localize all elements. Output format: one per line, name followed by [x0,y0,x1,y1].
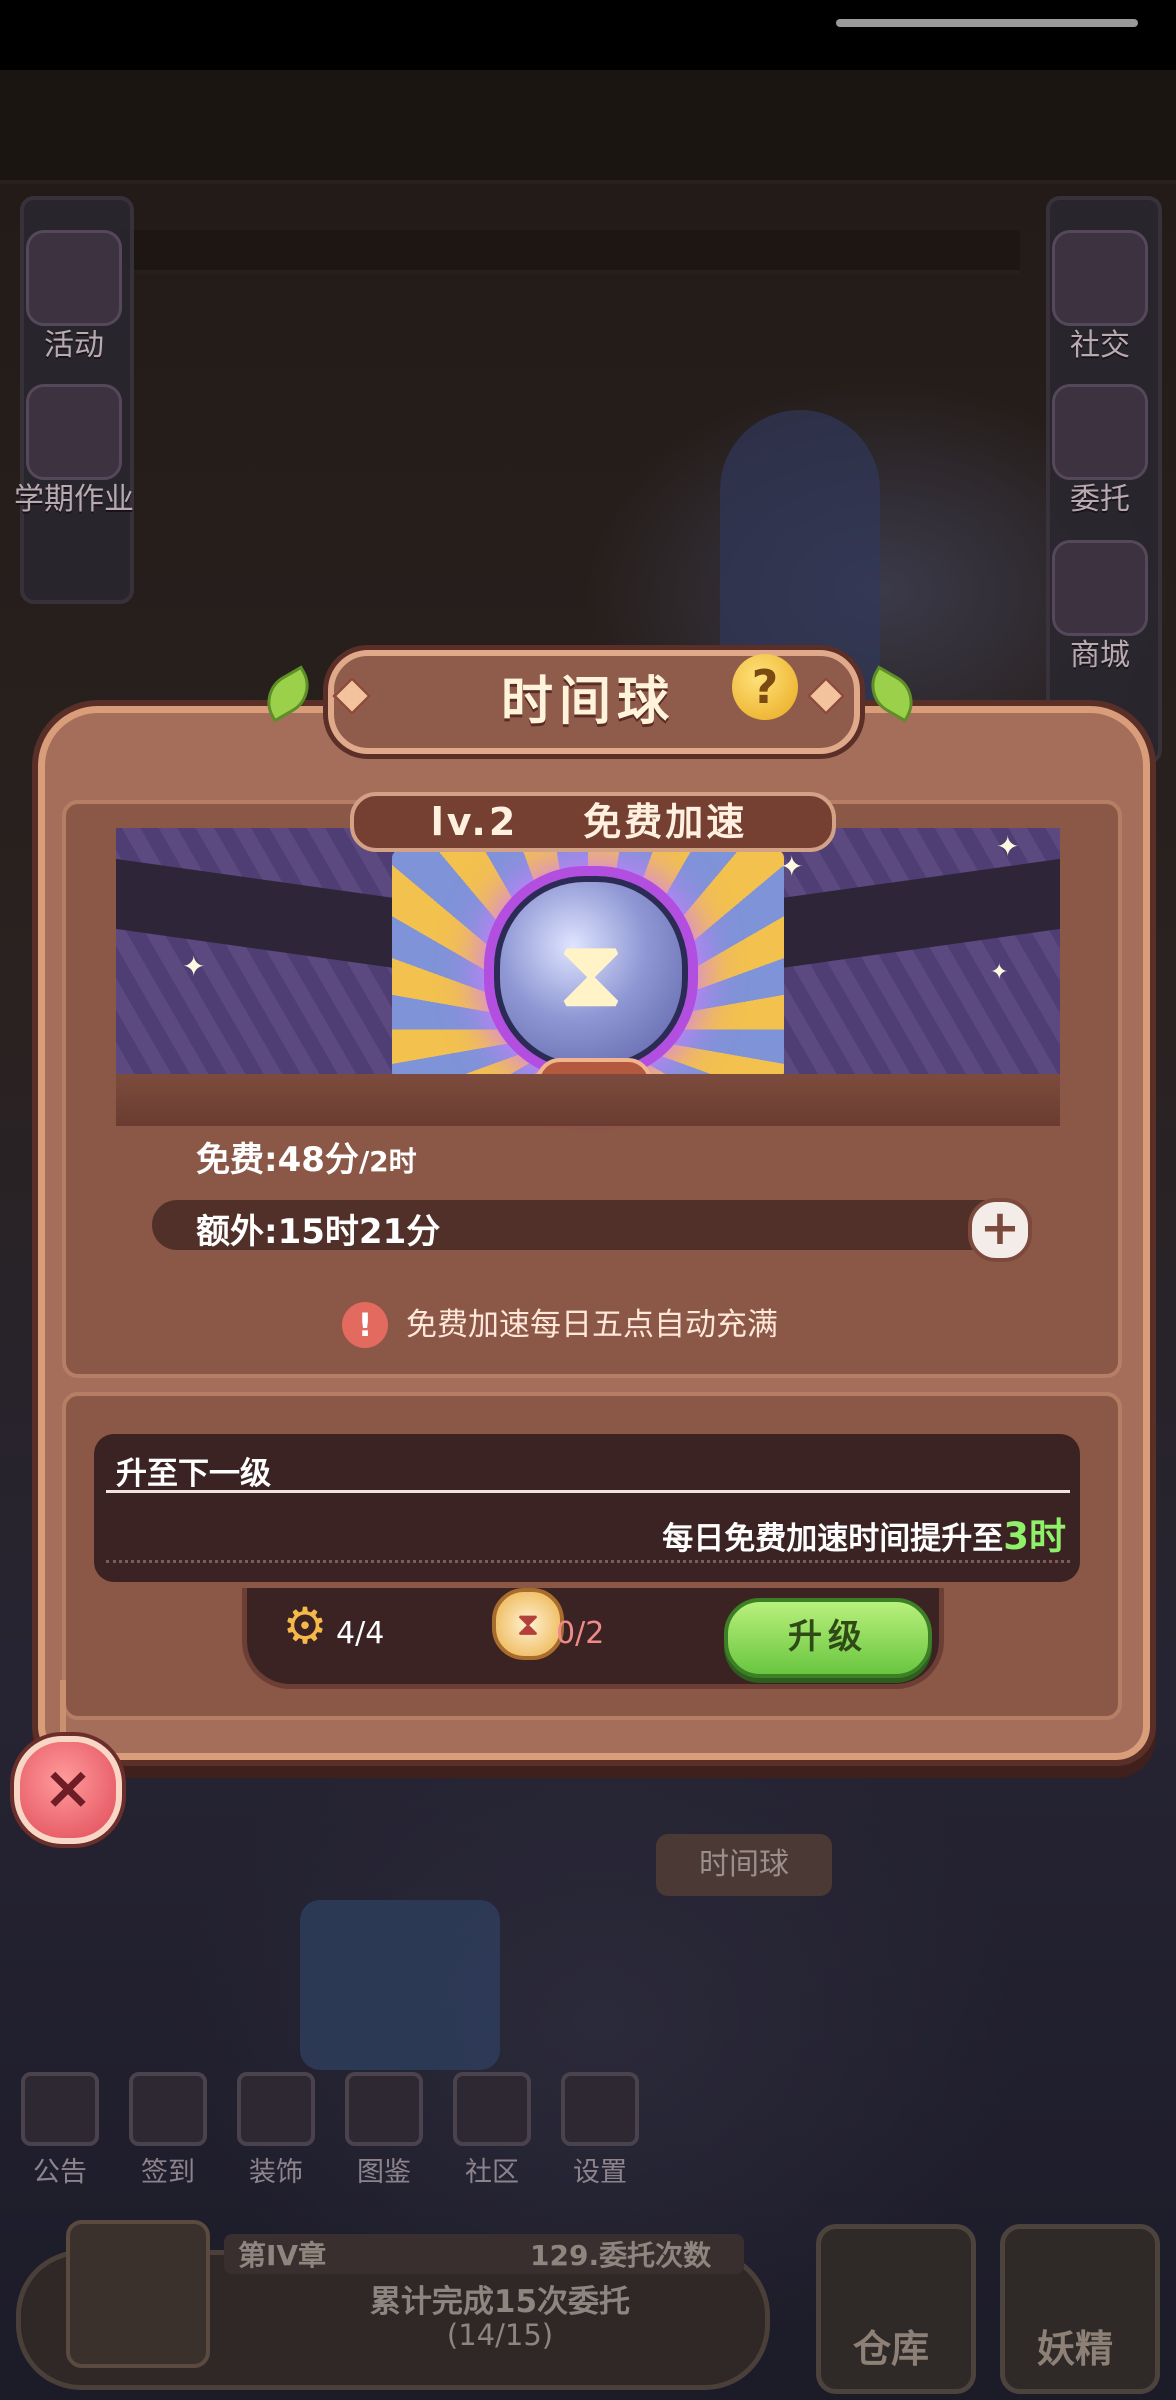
side-item-shop[interactable]: 商城 [1030,540,1170,674]
timeball-map-tag[interactable]: 时间球 [656,1834,832,1896]
chapter-goal: 累计完成15次委托 [369,2284,631,2320]
gear-cost: 4/4 [336,1616,385,1651]
commission-icon [1052,384,1148,480]
home-indicator [836,19,1138,27]
hourglass-icon: ⧗ [557,917,625,1029]
pillow-decor [300,1900,500,2070]
free-value: 48分 [277,1140,359,1180]
bottom-menu-checkin[interactable]: 签到 [118,2072,218,2189]
next-level-title: 升至下一级 [116,1456,271,1492]
next-level-value: 3时 [1003,1515,1066,1558]
warning-icon: ! [342,1302,388,1348]
bottom-menu-settings[interactable]: 设置 [550,2072,650,2189]
side-item-social[interactable]: 社交 [1030,230,1170,364]
clock-cost: 0/2 [556,1616,605,1651]
shop-icon [1052,540,1148,636]
notice-board-icon [21,2072,99,2146]
sparkle-icon: ✦ [182,950,206,983]
stage-shelf [116,1074,1060,1126]
extra-time-row: 额外:15时21分 [196,1204,440,1253]
gear-icon: ⚙ [282,1597,328,1655]
chapter-name: 第IV章 [238,2239,327,2272]
side-item-activity[interactable]: 活动 [4,230,144,364]
upgrade-button[interactable]: 升级 [724,1598,932,1678]
checkin-icon [129,2072,207,2146]
bottom-menu-decoration[interactable]: 装饰 [226,2072,326,2189]
social-icon [1052,230,1148,326]
dotted-divider [106,1560,1070,1563]
clock-icon: ⧗ [492,1588,564,1660]
decoration-icon [237,2072,315,2146]
sparkle-icon: ✦ [780,850,804,883]
top-bar [0,0,1176,70]
book-icon[interactable] [66,2220,210,2368]
next-level-desc: 每日免费加速时间提升至3时 [662,1506,1066,1560]
activity-icon [26,230,122,326]
bottom-menu-catalog[interactable]: 图鉴 [334,2072,434,2189]
level-ribbon-text: lv.2 免费加速 [350,792,828,852]
settings-icon [561,2072,639,2146]
bookshelf-decor [0,70,1176,184]
level-label: 免费加速 [583,800,748,844]
bottom-menu-community[interactable]: 社区 [442,2072,542,2189]
level-badge: lv.2 [430,800,519,844]
commission-count: 129.委托次数 [530,2239,712,2272]
help-icon[interactable]: ? [732,654,798,720]
free-time-row: 免费:48分/2时 [196,1132,417,1181]
divider [106,1490,1070,1493]
shelf-decor [120,230,1020,274]
bottom-menu-notice[interactable]: 公告 [10,2072,110,2189]
close-button[interactable]: × [14,1736,122,1844]
free-label: 免费: [196,1140,278,1180]
catalog-icon [345,2072,423,2146]
add-time-button[interactable]: + [968,1198,1032,1262]
rope-decor [60,1680,66,1740]
chapter-progress: (14/15) [446,2318,554,2352]
warehouse-label: 仓库 [852,2327,929,2371]
notice-text: 免费加速每日五点自动充满 [406,1307,778,1343]
sparkle-icon: ✦ [990,960,1009,985]
extra-value: 15时21分 [277,1212,441,1252]
next-level-desc-text: 每日免费加速时间提升至 [662,1521,1004,1557]
side-item-commission[interactable]: 委托 [1030,384,1170,518]
free-max: /2时 [358,1145,417,1178]
homework-icon [26,384,122,480]
extra-label: 额外: [196,1212,278,1252]
sparkle-icon: ✦ [996,830,1020,863]
community-icon [453,2072,531,2146]
fairy-label: 妖精 [1036,2327,1113,2371]
side-item-homework[interactable]: 学期作业 [4,384,144,518]
